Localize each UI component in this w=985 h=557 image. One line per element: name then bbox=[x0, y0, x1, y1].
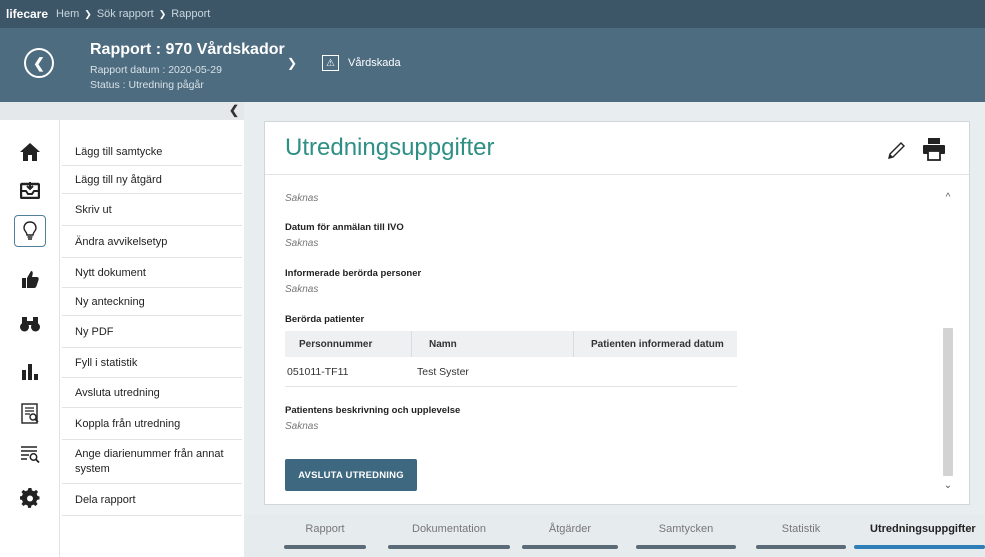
chevron-left-icon: ❮ bbox=[33, 54, 45, 71]
tab-report[interactable]: Rapport bbox=[284, 523, 366, 535]
scroll-down-icon[interactable]: ⌄ bbox=[942, 480, 954, 492]
tab-indicator bbox=[522, 545, 618, 549]
field-value: Saknas bbox=[285, 284, 319, 295]
chevron-right-icon: ❯ bbox=[84, 8, 92, 19]
tab-investigation-details[interactable]: Utredningsuppgifter bbox=[870, 523, 985, 535]
top-bar: lifecare Hem ❯ Sök rapport ❯ Rapport bbox=[0, 0, 985, 28]
menu-item-add-action[interactable]: Lägg till ny åtgärd bbox=[62, 166, 242, 194]
brand-logo[interactable]: lifecare bbox=[6, 7, 48, 21]
column-header: Namn bbox=[429, 338, 457, 350]
menu-item-fill-statistics[interactable]: Fyll i statistik bbox=[62, 348, 242, 378]
tab-statistics[interactable]: Statistik bbox=[756, 523, 846, 535]
field-label: Informerade berörda personer bbox=[285, 268, 422, 279]
tab-actions[interactable]: Åtgärder bbox=[522, 523, 618, 535]
menu-item-print[interactable]: Skriv ut bbox=[62, 194, 242, 226]
expand-chevron-icon[interactable]: ❯ bbox=[287, 56, 297, 70]
tab-documentation[interactable]: Dokumentation bbox=[388, 523, 510, 535]
scrollbar[interactable]: ^ ⌄ bbox=[942, 192, 954, 492]
home-icon[interactable] bbox=[14, 136, 46, 168]
table-cell: Test Syster bbox=[417, 365, 469, 378]
table-header: Personnummer Namn Patienten informerad d… bbox=[285, 331, 737, 357]
menu-item-change-type[interactable]: Ändra avvikelsetyp bbox=[62, 226, 242, 258]
field-label: Berörda patienter bbox=[285, 314, 365, 325]
column-header: Personnummer bbox=[299, 338, 373, 350]
table-row[interactable]: 051011-TF11 Test Syster bbox=[285, 357, 737, 387]
tab-indicator bbox=[388, 545, 510, 549]
sidebar-collapse-row: ❮ bbox=[0, 102, 244, 120]
panel-divider bbox=[265, 174, 969, 175]
tab-consents[interactable]: Samtycken bbox=[636, 523, 736, 535]
scrollbar-thumb[interactable] bbox=[943, 328, 953, 476]
menu-item-share-report[interactable]: Dela rapport bbox=[62, 484, 242, 516]
tab-indicator bbox=[636, 545, 736, 549]
pencil-icon[interactable] bbox=[885, 138, 909, 162]
field-value: Saknas bbox=[285, 238, 319, 249]
breadcrumb-report: Rapport bbox=[171, 8, 211, 20]
menu-item-add-consent[interactable]: Lägg till samtycke bbox=[62, 138, 242, 166]
report-header: ❮ Rapport : 970 Vårdskador Rapport datum… bbox=[0, 28, 985, 102]
printer-icon[interactable] bbox=[921, 136, 949, 164]
panel-content: Saknas Datum för anmälan till IVO Saknas… bbox=[285, 182, 945, 502]
field-value: Saknas bbox=[285, 193, 319, 204]
report-title: Rapport : 970 Vårdskador bbox=[90, 41, 285, 58]
tab-indicator-active bbox=[854, 545, 985, 549]
menu-item-set-registration-number[interactable]: Ange diarienummer från annat system bbox=[62, 440, 242, 484]
chevron-right-icon: ❯ bbox=[158, 8, 167, 19]
binoculars-icon[interactable] bbox=[14, 308, 46, 340]
table-cell: 051011-TF11 bbox=[287, 365, 349, 378]
scroll-up-icon[interactable]: ^ bbox=[942, 192, 954, 204]
menu-item-new-document[interactable]: Nytt dokument bbox=[62, 258, 242, 288]
tab-indicator bbox=[284, 545, 366, 549]
field-label: Patientens beskrivning och upplevelse bbox=[285, 405, 461, 416]
column-header: Patienten informerad datum bbox=[591, 338, 724, 350]
panel-title: Utredningsuppgifter bbox=[285, 134, 495, 161]
breadcrumb-search[interactable]: Sök rapport bbox=[97, 8, 154, 20]
field-label: Datum för anmälan till IVO bbox=[285, 222, 404, 233]
menu-item-close-investigation[interactable]: Avsluta utredning bbox=[62, 378, 242, 408]
menu-item-new-pdf[interactable]: Ny PDF bbox=[62, 316, 242, 348]
bar-chart-icon[interactable] bbox=[14, 355, 46, 387]
menu-item-new-note[interactable]: Ny anteckning bbox=[62, 288, 242, 316]
icon-rail bbox=[0, 120, 60, 557]
field-value: Saknas bbox=[285, 421, 319, 432]
breadcrumb-home[interactable]: Hem bbox=[56, 8, 79, 20]
close-investigation-button[interactable]: AVSLUTA UTREDNING bbox=[285, 459, 417, 491]
thumbs-up-icon[interactable] bbox=[14, 263, 46, 295]
back-button[interactable]: ❮ bbox=[24, 48, 54, 78]
report-search-icon[interactable] bbox=[14, 397, 46, 429]
gear-icon[interactable] bbox=[14, 482, 46, 514]
menu-item-unlink-investigation[interactable]: Koppla från utredning bbox=[62, 408, 242, 440]
inbox-icon[interactable] bbox=[14, 174, 46, 206]
bottom-tab-bar: Rapport Dokumentation Åtgärder Samtycken… bbox=[244, 515, 985, 557]
collapse-sidebar-icon[interactable]: ❮ bbox=[229, 103, 239, 117]
report-status: Status : Utredning pågår bbox=[90, 79, 204, 91]
action-menu: Lägg till samtycke Lägg till ny åtgärd S… bbox=[62, 120, 242, 557]
report-date: Rapport datum : 2020-05-29 bbox=[90, 64, 222, 76]
report-type-label: Vårdskada bbox=[348, 57, 401, 69]
list-search-icon[interactable] bbox=[14, 438, 46, 470]
investigation-panel: Utredningsuppgifter Saknas Datum för anm… bbox=[264, 121, 970, 505]
warning-icon: ⚠ bbox=[322, 55, 339, 71]
lightbulb-icon[interactable] bbox=[14, 215, 46, 247]
tab-indicator bbox=[756, 545, 846, 549]
